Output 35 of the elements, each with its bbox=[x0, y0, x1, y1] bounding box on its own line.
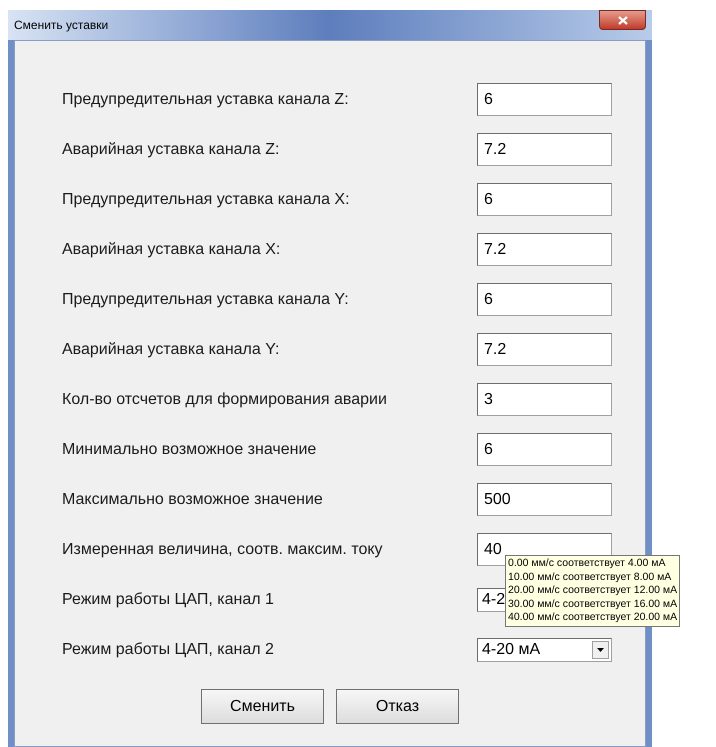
field-label: Аварийная уставка канала X: bbox=[62, 240, 282, 260]
caret-icon bbox=[597, 648, 604, 652]
tooltip-line: 40.00 мм/с соответствует 20.00 мА bbox=[508, 611, 678, 624]
input-field[interactable]: 6 bbox=[477, 283, 612, 316]
field-label: Предупредительная уставка канала Y: bbox=[62, 290, 350, 310]
dropdown-value: 4-20 мА bbox=[481, 640, 540, 660]
dialog-button[interactable]: Сменить bbox=[201, 689, 324, 724]
field-label: Измеренная величина, соотв. максим. току bbox=[62, 540, 384, 560]
dropdown-value: 4-2 bbox=[481, 590, 506, 610]
input-field[interactable]: 3 bbox=[477, 383, 612, 416]
dialog-button[interactable]: Отказ bbox=[336, 689, 459, 724]
field-label: Режим работы ЦАП, канал 2 bbox=[62, 640, 275, 660]
window-title: Сменить уставки bbox=[14, 17, 108, 34]
input-field[interactable]: 6 bbox=[477, 183, 612, 216]
input-field[interactable]: 7.2 bbox=[477, 133, 612, 166]
close-button[interactable] bbox=[599, 10, 646, 30]
field-label: Предупредительная уставка канала X: bbox=[62, 190, 351, 210]
input-field[interactable]: 6 bbox=[477, 83, 612, 116]
dropdown-arrow-button[interactable] bbox=[592, 640, 609, 658]
field-label: Минимально возможное значение bbox=[62, 440, 318, 460]
field-label: Аварийная уставка канала Y: bbox=[62, 340, 280, 360]
dropdown[interactable]: 4-20 мА bbox=[477, 638, 612, 662]
input-field[interactable]: 500 bbox=[477, 483, 612, 516]
input-field[interactable]: 7.2 bbox=[477, 333, 612, 366]
close-icon bbox=[618, 16, 628, 24]
tooltip-line: 30.00 мм/с соответствует 16.00 мА bbox=[508, 598, 678, 611]
tooltip-line: 20.00 мм/с соответствует 12.00 мА bbox=[508, 584, 678, 598]
tooltip-line: 10.00 мм/с соответствует 8.00 мА bbox=[508, 570, 672, 584]
field-label: Аварийная уставка канала Z: bbox=[62, 140, 280, 160]
input-field[interactable]: 7.2 bbox=[477, 233, 612, 266]
input-field[interactable]: 6 bbox=[477, 433, 612, 466]
field-label: Максимально возможное значение bbox=[62, 490, 324, 510]
field-label: Режим работы ЦАП, канал 1 bbox=[62, 590, 275, 610]
field-label: Предупредительная уставка канала Z: bbox=[62, 90, 350, 110]
field-label: Кол-во отсчетов для формирования аварии bbox=[62, 390, 388, 410]
